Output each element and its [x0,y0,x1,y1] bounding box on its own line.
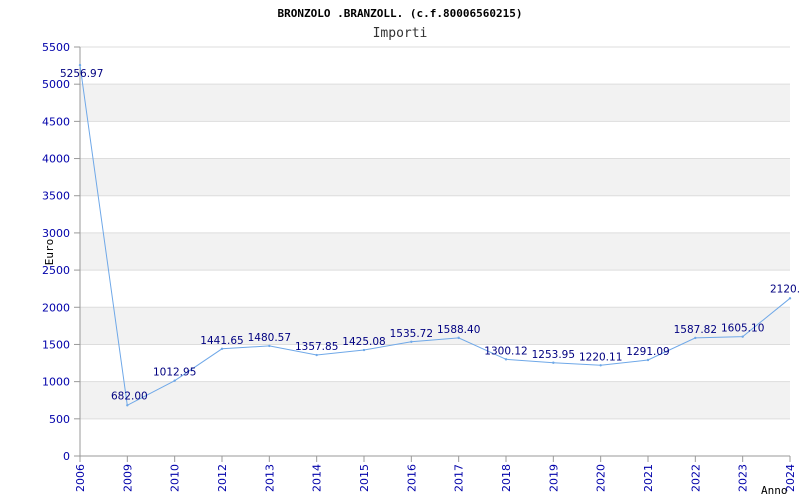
data-label: 1480.57 [248,332,291,344]
data-label: 1588.40 [437,324,480,336]
x-tick-label: 2016 [405,464,418,492]
x-tick-label: 2010 [169,464,182,492]
x-axis-label: Anno [761,484,788,497]
data-point [741,335,744,338]
data-label: 5256.97 [60,68,103,80]
x-tick-label: 2022 [689,464,702,492]
grid-band [80,84,790,122]
chart-subtitle: Importi [373,26,428,41]
data-point [599,364,602,367]
data-point [552,361,555,364]
data-label: 682.00 [111,390,148,402]
x-tick-label: 2019 [547,464,560,492]
x-tick-label: 2012 [216,464,229,492]
grid-band [80,381,790,419]
x-tick-label: 2014 [311,464,324,492]
x-tick-label: 2015 [358,464,371,492]
data-point [410,340,413,343]
x-axis-ticks: 2006 2009 2010 2012 2013 2014 2015 2016 2017 2018… [74,456,797,492]
y-tick-label: 4000 [42,153,70,166]
x-tick-label: 2021 [642,464,655,492]
data-point [362,348,366,352]
data-point [268,344,271,348]
data-point [220,347,224,350]
data-label: 1441.65 [200,335,243,347]
data-label: 1535.72 [390,328,433,340]
x-tick-label: 2006 [74,464,87,492]
grid-band [80,158,790,196]
data-point [646,358,650,362]
y-tick-label: 1000 [42,376,70,389]
data-label: 1587.82 [674,324,717,336]
y-axis-label: Euro [43,239,56,266]
y-tick-label: 2000 [42,301,70,314]
data-point [78,63,82,67]
data-label: 2120.6 [770,283,800,295]
x-tick-label: 2020 [595,464,608,492]
data-point [315,353,318,357]
x-tick-label: 2023 [737,464,750,492]
data-label: 1291.09 [626,346,669,358]
data-label: 1220.11 [579,351,622,363]
data-label: 1425.08 [342,336,385,348]
y-tick-label: 3000 [42,227,70,240]
x-tick-label: 2013 [263,464,276,492]
data-label: 1253.95 [532,349,575,361]
y-tick-label: 1500 [42,338,70,351]
grid-band [80,232,790,271]
data-point [126,404,129,407]
data-point [173,379,176,382]
y-tick-label: 5000 [42,78,70,91]
chart-title: BRONZOLO .BRANZOLL. (c.f.80006560215) [277,7,522,20]
data-point [457,336,460,340]
y-tick-label: 3500 [42,190,70,203]
y-tick-label: 5500 [42,41,70,54]
x-tick-label: 2018 [500,464,513,492]
y-tick-label: 500 [49,413,70,426]
data-label: 1300.12 [484,345,527,357]
data-point [788,297,792,300]
line-chart: 0500100015002000250030003500400045005000… [42,7,800,497]
data-label: 1605.10 [721,323,764,335]
data-point [694,336,697,340]
x-tick-label: 2017 [453,464,466,492]
data-label: 1012.95 [153,367,196,379]
y-tick-label: 4500 [42,115,70,128]
x-tick-label: 2009 [121,464,134,492]
data-label: 1357.85 [295,341,338,353]
y-tick-label: 0 [63,450,70,463]
data-point [504,358,508,361]
